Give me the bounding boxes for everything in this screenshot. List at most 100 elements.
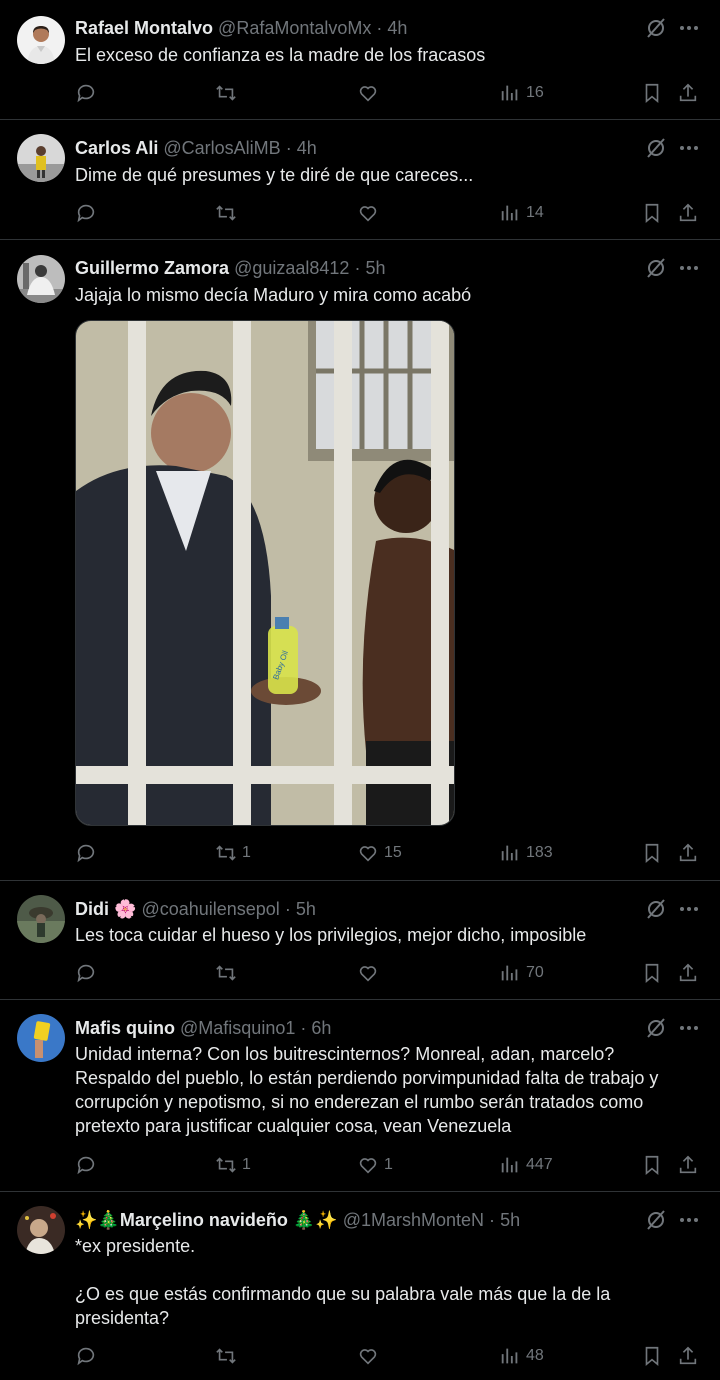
more-icon[interactable]: [677, 256, 701, 280]
share-button[interactable]: [677, 961, 699, 985]
avatar[interactable]: [17, 16, 65, 64]
views-icon: [501, 205, 518, 221]
bookmark-button[interactable]: [641, 201, 663, 225]
like-icon: [359, 206, 377, 222]
tweet[interactable]: Mafis quino @Mafisquino1 · 6h Unidad int…: [0, 1000, 720, 1192]
avatar[interactable]: [17, 255, 65, 303]
views-button[interactable]: 70: [499, 961, 544, 985]
views-button[interactable]: 48: [499, 1344, 544, 1368]
avatar[interactable]: [17, 1206, 65, 1254]
bookmark-icon: [645, 1155, 659, 1176]
timestamp[interactable]: 5h: [365, 258, 385, 278]
tweet[interactable]: Guillermo Zamora @guizaal8412 · 5h Jajaj…: [0, 240, 720, 881]
like-icon: [359, 86, 377, 102]
grok-icon[interactable]: [644, 897, 668, 921]
grok-icon[interactable]: [644, 1208, 668, 1232]
reply-button[interactable]: [75, 81, 102, 105]
views-count: 70: [526, 964, 544, 981]
views-icon: [501, 845, 518, 861]
views-button[interactable]: 447: [499, 1153, 553, 1177]
timestamp[interactable]: 4h: [297, 138, 317, 158]
action-bar: 1 15 183: [75, 841, 700, 865]
grok-icon[interactable]: [644, 136, 668, 160]
tweet[interactable]: Carlos Ali @CarlosAliMB · 4h Dime de qué…: [0, 120, 720, 240]
handle[interactable]: @CarlosAliMB: [163, 138, 280, 158]
views-button[interactable]: 183: [499, 841, 553, 865]
like-button[interactable]: [357, 201, 384, 225]
timestamp[interactable]: 5h: [296, 899, 316, 919]
retweet-icon: [216, 205, 236, 221]
display-name[interactable]: Rafael Montalvo: [75, 18, 213, 38]
bookmark-button[interactable]: [641, 81, 663, 105]
reply-button[interactable]: [75, 841, 102, 865]
separator: ·: [489, 1210, 496, 1230]
photo: Baby Oil: [76, 321, 454, 825]
retweet-button[interactable]: [215, 1344, 242, 1368]
bookmark-button[interactable]: [641, 841, 663, 865]
action-bar: 48: [75, 1344, 700, 1368]
bookmark-icon: [645, 963, 659, 984]
views-button[interactable]: 16: [499, 81, 544, 105]
reply-button[interactable]: [75, 201, 102, 225]
share-icon: [679, 843, 697, 862]
timestamp[interactable]: 5h: [500, 1210, 520, 1230]
more-icon[interactable]: [677, 1016, 701, 1040]
bookmark-button[interactable]: [641, 1153, 663, 1177]
bookmark-button[interactable]: [641, 1344, 663, 1368]
grok-icon[interactable]: [644, 1016, 668, 1040]
retweet-button[interactable]: [215, 201, 242, 225]
tweet[interactable]: Rafael Montalvo @RafaMontalvoMx · 4h El …: [0, 0, 720, 120]
tweet-image[interactable]: Baby Oil: [75, 320, 455, 826]
timestamp[interactable]: 6h: [311, 1018, 331, 1038]
retweet-icon: [216, 85, 236, 101]
like-button[interactable]: [357, 961, 384, 985]
views-count: 16: [526, 84, 544, 101]
action-bar: 14: [75, 201, 700, 225]
avatar[interactable]: [17, 895, 65, 943]
bookmark-button[interactable]: [641, 961, 663, 985]
more-icon[interactable]: [677, 136, 701, 160]
grok-icon[interactable]: [644, 16, 668, 40]
handle[interactable]: @RafaMontalvoMx: [218, 18, 371, 38]
avatar[interactable]: [17, 1014, 65, 1062]
handle[interactable]: @guizaal8412: [234, 258, 349, 278]
share-button[interactable]: [677, 1344, 699, 1368]
like-button[interactable]: [357, 1344, 384, 1368]
display-name[interactable]: Didi 🌸: [75, 899, 136, 919]
reply-icon: [77, 1347, 95, 1366]
handle[interactable]: @coahuilensepol: [141, 899, 279, 919]
more-icon[interactable]: [677, 1208, 701, 1232]
tweet[interactable]: Didi 🌸 @coahuilensepol · 5h Les toca cui…: [0, 881, 720, 1000]
tweet-header: Carlos Ali @CarlosAliMB · 4h: [75, 137, 610, 159]
reply-button[interactable]: [75, 1344, 102, 1368]
views-icon: [501, 85, 518, 101]
retweet-button[interactable]: 1: [215, 841, 251, 865]
more-icon[interactable]: [677, 16, 701, 40]
retweet-button[interactable]: [215, 961, 242, 985]
like-button[interactable]: 1: [357, 1153, 393, 1177]
handle[interactable]: @Mafisquino1: [180, 1018, 295, 1038]
tweet[interactable]: ✨🎄Marçelino navideño 🎄✨ @1MarshMonteN · …: [0, 1192, 720, 1380]
reply-button[interactable]: [75, 961, 102, 985]
retweet-button[interactable]: 1: [215, 1153, 251, 1177]
share-button[interactable]: [677, 201, 699, 225]
reply-button[interactable]: [75, 1153, 102, 1177]
avatar[interactable]: [17, 134, 65, 182]
share-button[interactable]: [677, 841, 699, 865]
display-name[interactable]: Guillermo Zamora: [75, 258, 229, 278]
like-button[interactable]: [357, 81, 384, 105]
timestamp[interactable]: 4h: [387, 18, 407, 38]
action-bar: 1 1 447: [75, 1153, 700, 1177]
display-name[interactable]: Carlos Ali: [75, 138, 158, 158]
share-button[interactable]: [677, 81, 699, 105]
retweet-button[interactable]: [215, 81, 242, 105]
display-name[interactable]: Mafis quino: [75, 1018, 175, 1038]
display-name[interactable]: ✨🎄Marçelino navideño 🎄✨: [75, 1210, 338, 1230]
handle[interactable]: @1MarshMonteN: [343, 1210, 484, 1230]
action-bar: 16: [75, 81, 700, 105]
like-button[interactable]: 15: [357, 841, 402, 865]
more-icon[interactable]: [677, 897, 701, 921]
grok-icon[interactable]: [644, 256, 668, 280]
views-button[interactable]: 14: [499, 201, 544, 225]
share-button[interactable]: [677, 1153, 699, 1177]
